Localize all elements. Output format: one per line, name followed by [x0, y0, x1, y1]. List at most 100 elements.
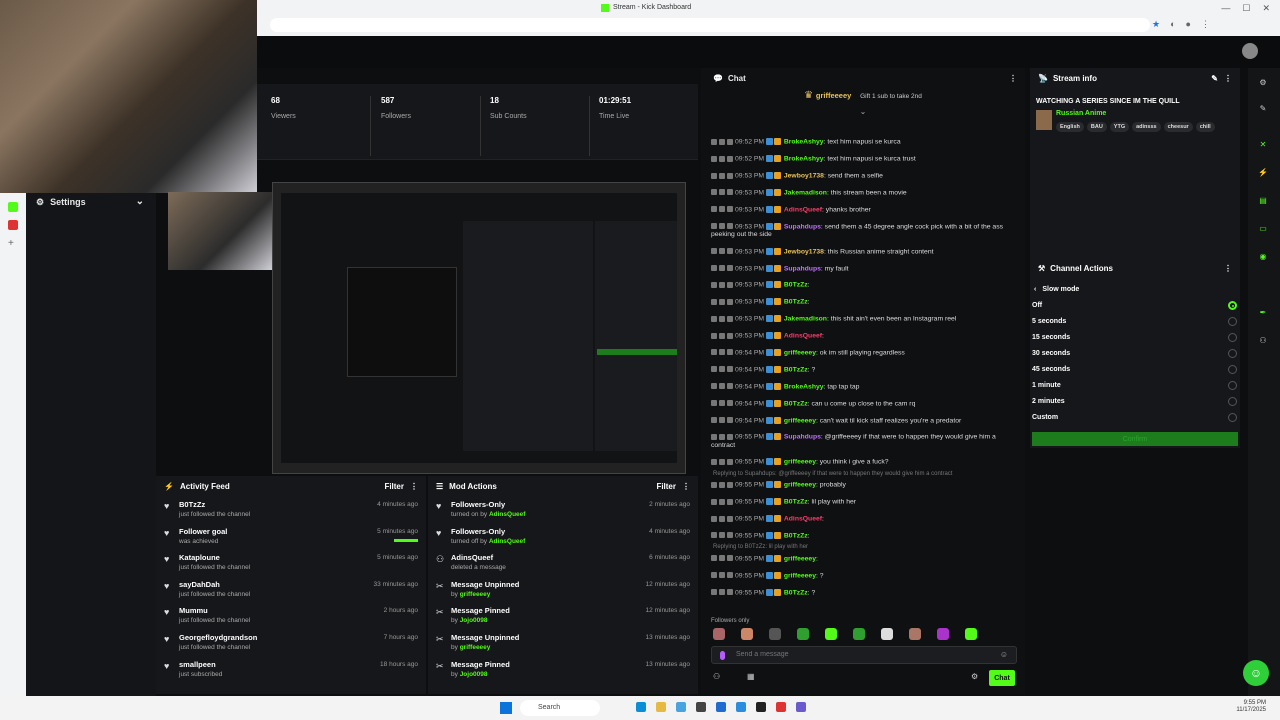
- ban-icon[interactable]: [727, 383, 733, 390]
- gear-icon[interactable]: ⚙: [971, 672, 978, 681]
- timeout-icon[interactable]: [719, 383, 725, 390]
- ban-icon[interactable]: [727, 298, 733, 305]
- radio-button[interactable]: [1228, 365, 1237, 374]
- timeout-icon[interactable]: [719, 366, 725, 373]
- timeout-icon[interactable]: [719, 223, 725, 230]
- message-username[interactable]: B0TzZz: [784, 282, 808, 289]
- pin-icon[interactable]: [711, 315, 717, 322]
- share-icon[interactable]: ⚇: [1256, 334, 1270, 348]
- pin-icon[interactable]: [711, 332, 717, 339]
- ban-icon[interactable]: [727, 515, 733, 522]
- discord-icon[interactable]: [796, 702, 806, 712]
- slow-mode-option[interactable]: 15 seconds: [1032, 334, 1070, 341]
- timeout-icon[interactable]: [719, 189, 725, 196]
- address-bar[interactable]: [270, 18, 1150, 32]
- slow-mode-option[interactable]: 2 minutes: [1032, 398, 1065, 405]
- pin-icon[interactable]: [711, 349, 717, 356]
- chat-message-input[interactable]: [736, 651, 976, 658]
- emote-icon[interactable]: [797, 628, 809, 640]
- maximize-icon[interactable]: ☐: [1242, 3, 1250, 14]
- taskbar-search[interactable]: Search: [520, 700, 600, 716]
- pencil-icon[interactable]: ✎: [1256, 102, 1270, 116]
- list-item[interactable]: ♥ Kataploune just followed the channel 5 mi…: [156, 549, 426, 576]
- chat-message[interactable]: 09:55 PM B0TzZz: ?: [711, 584, 1017, 601]
- tab-favicon-icon[interactable]: [8, 220, 18, 230]
- timeout-icon[interactable]: [719, 572, 725, 579]
- stream-category[interactable]: Russian Anime: [1056, 110, 1106, 117]
- pin-icon[interactable]: [711, 366, 717, 373]
- slow-mode-option[interactable]: Off: [1032, 302, 1042, 309]
- radio-button[interactable]: [1228, 333, 1237, 342]
- message-username[interactable]: AdinsQueef: [784, 515, 822, 522]
- message-username[interactable]: B0TzZz: [784, 589, 808, 596]
- kick-favicon-icon[interactable]: [8, 202, 18, 212]
- wrench-icon[interactable]: ✒: [1256, 306, 1270, 320]
- emote-icon[interactable]: [881, 628, 893, 640]
- ban-icon[interactable]: [727, 555, 733, 562]
- chat-message[interactable]: 09:53 PM AdinsQueef: yhanks brother: [711, 202, 1017, 219]
- timeout-icon[interactable]: [719, 349, 725, 356]
- ban-icon[interactable]: [727, 155, 733, 162]
- pin-icon[interactable]: [711, 138, 717, 145]
- timeout-icon[interactable]: [719, 481, 725, 488]
- ban-icon[interactable]: [727, 481, 733, 488]
- chat-message[interactable]: 09:53 PM B0TzZz:: [711, 277, 1017, 294]
- more-icon[interactable]: ⋮: [682, 482, 690, 491]
- calendar-icon[interactable]: ▦: [747, 672, 755, 681]
- emote-icon[interactable]: [937, 628, 949, 640]
- message-username[interactable]: griffeeeey: [784, 482, 816, 489]
- timeout-icon[interactable]: [719, 589, 725, 596]
- slow-mode-option[interactable]: Custom: [1032, 414, 1058, 421]
- stream-tag[interactable]: BAU: [1086, 122, 1107, 132]
- chat-message[interactable]: 09:53 PM Jewboy1738: send them a selfie: [711, 168, 1017, 185]
- message-username[interactable]: griffeeeey: [784, 459, 816, 466]
- edit-icon[interactable]: ✎: [1211, 74, 1218, 83]
- chat-icon[interactable]: ▭: [1256, 222, 1270, 236]
- ban-icon[interactable]: [727, 265, 733, 272]
- emote-icon[interactable]: [769, 628, 781, 640]
- stream-preview[interactable]: [272, 182, 686, 474]
- chat-message[interactable]: 09:53 PM Jewboy1738: this Russian anime …: [711, 243, 1017, 260]
- emote-icon[interactable]: [965, 628, 977, 640]
- ban-icon[interactable]: [727, 498, 733, 505]
- chat-message[interactable]: 09:55 PM Supahdups: @griffeeeey if that …: [711, 429, 1017, 454]
- ban-icon[interactable]: [727, 458, 733, 465]
- ban-icon[interactable]: [727, 172, 733, 179]
- chrome-icon[interactable]: [776, 702, 786, 712]
- message-username[interactable]: AdinsQueef: [784, 206, 822, 213]
- chat-message[interactable]: 09:55 PM B0TzZz:: [711, 528, 1017, 545]
- message-username[interactable]: B0TzZz: [784, 299, 808, 306]
- chat-message[interactable]: 09:55 PM AdinsQueef:: [711, 511, 1017, 528]
- chat-message[interactable]: 09:53 PM Supahdups: send them a 45 degre…: [711, 218, 1017, 243]
- list-item[interactable]: ♥ Mummu just followed the channel 2 hours a…: [156, 602, 426, 629]
- store-icon[interactable]: [676, 702, 686, 712]
- chat-message[interactable]: 09:52 PM BrokeAshyy: text him napusi se …: [711, 151, 1017, 168]
- timeout-icon[interactable]: [719, 433, 725, 440]
- list-item[interactable]: ⚇ AdinsQueef deleted a message 6 minutes a…: [428, 549, 698, 576]
- pin-icon[interactable]: [711, 532, 717, 539]
- chat-input-box[interactable]: ☺: [711, 646, 1017, 664]
- pin-icon[interactable]: [711, 281, 717, 288]
- tools-icon[interactable]: ✕: [1256, 138, 1270, 152]
- mod-action-user[interactable]: Jojo0098: [460, 671, 488, 678]
- chat-message[interactable]: 09:52 PM BrokeAshyy: text him napusi se …: [711, 134, 1017, 151]
- add-tab-icon[interactable]: +: [8, 238, 18, 249]
- windows-start-icon[interactable]: [500, 702, 512, 714]
- stream-tag[interactable]: English: [1056, 122, 1084, 132]
- list-item[interactable]: ✂ Message Unpinned by griffeeeey 13 minutes…: [428, 629, 698, 656]
- bolt-icon[interactable]: ⚡: [1256, 166, 1270, 180]
- chat-message[interactable]: 09:55 PM griffeeeey: you think i give a …: [711, 454, 1017, 471]
- message-username[interactable]: Jakemadison: [784, 189, 827, 196]
- chat-message[interactable]: 09:53 PM B0TzZz:: [711, 294, 1017, 311]
- timeout-icon[interactable]: [719, 417, 725, 424]
- ban-icon[interactable]: [727, 532, 733, 539]
- message-username[interactable]: griffeeeey: [784, 572, 816, 579]
- list-item[interactable]: ♥ smallpeen just subscribed 18 hours ago: [156, 656, 426, 683]
- ban-icon[interactable]: [727, 349, 733, 356]
- bookmark-icon[interactable]: ★: [1152, 19, 1160, 30]
- mail-icon[interactable]: [716, 702, 726, 712]
- emote-icon[interactable]: [909, 628, 921, 640]
- chat-message[interactable]: 09:53 PM AdinsQueef:: [711, 328, 1017, 345]
- chat-message[interactable]: 09:53 PM Jakemadison: this shit ain't ev…: [711, 311, 1017, 328]
- menu-icon[interactable]: ⋮: [1201, 19, 1210, 30]
